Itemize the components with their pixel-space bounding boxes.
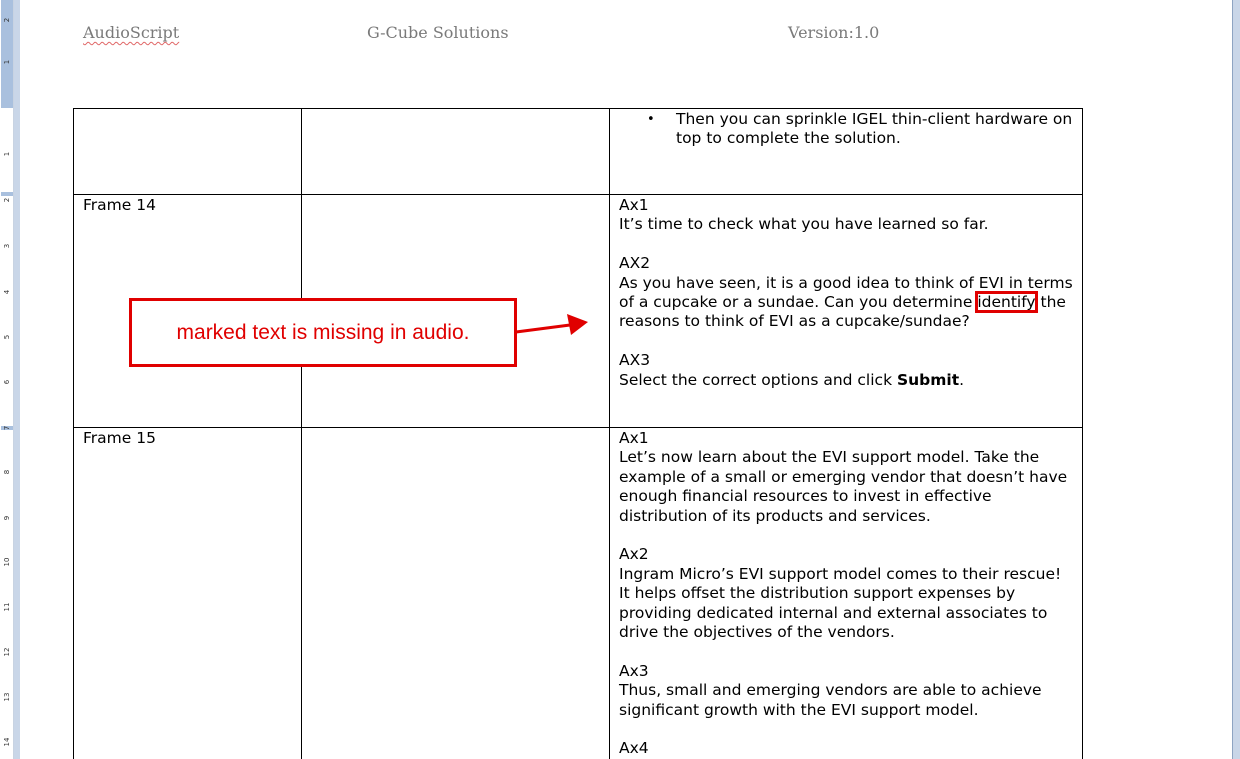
audio-cell[interactable]: Ax1 Let’s now learn about the EVI suppor… [609, 427, 1083, 759]
ruler-number: 10 [3, 557, 11, 567]
table-row: Frame 15 Ax1 Let’s now learn about the E… [73, 427, 1083, 759]
audio-text: Let’s now learn about the EVI support mo… [619, 448, 1068, 525]
audio-text: Thus, small and emerging vendors are abl… [619, 681, 1042, 719]
audio-label: Ax4 [619, 739, 649, 758]
audio-label: Ax3 [619, 661, 649, 680]
ruler-number: 13 [3, 692, 11, 702]
table-row: Then you can sprinkle IGEL thin-client h… [73, 108, 1083, 195]
ruler-number: 1 [3, 151, 11, 157]
page-edge [1232, 0, 1240, 759]
ruler-number: 5 [3, 334, 11, 340]
audio-text: Ingram Micro’s EVI support model comes t… [619, 564, 1062, 642]
audio-cell[interactable]: Ax1 It’s time to check what you have lea… [609, 194, 1083, 428]
vertical-ruler[interactable]: 2 1 1 2 3 4 5 6 7 8 9 10 11 12 13 14 [0, 0, 14, 759]
audio-script-table[interactable]: Then you can sprinkle IGEL thin-client h… [73, 108, 1083, 759]
audio-label: Ax1 [619, 196, 649, 214]
marked-text: identify [975, 291, 1038, 314]
frame-label: Frame 15 [83, 429, 156, 447]
bullet-item: Then you can sprinkle IGEL thin-client h… [647, 110, 1073, 149]
ruler-number: 2 [3, 197, 11, 203]
ruler-number: 7 [3, 425, 11, 431]
ruler-number: 14 [3, 737, 11, 747]
audio-label: Ax1 [619, 429, 649, 447]
header-doc-type: AudioScript [83, 23, 180, 42]
ruler-number: 4 [3, 289, 11, 295]
audio-text-part: . [959, 370, 965, 389]
visual-cell[interactable] [301, 108, 610, 195]
audio-cell[interactable]: Then you can sprinkle IGEL thin-client h… [609, 108, 1083, 195]
annotation-callout[interactable]: marked text is missing in audio. [129, 298, 517, 367]
audio-label: AX2 [619, 254, 651, 273]
ruler-number: 12 [3, 647, 11, 657]
bullet-list: Then you can sprinkle IGEL thin-client h… [619, 110, 1073, 149]
audio-text-part: Select the correct options and click [619, 370, 893, 389]
header-company: G-Cube Solutions [367, 23, 509, 42]
ruler-number: 3 [3, 243, 11, 249]
frame-cell[interactable]: Frame 15 [73, 427, 302, 759]
callout-text: marked text is missing in audio. [176, 320, 470, 344]
ruler-number: 2 [3, 17, 11, 23]
audio-text: As you have seen, it is a good idea to t… [619, 274, 1073, 332]
visual-cell[interactable] [301, 427, 610, 759]
ruler-number: 6 [3, 379, 11, 385]
frame-cell[interactable] [73, 108, 302, 195]
frame-label: Frame 14 [83, 196, 156, 214]
audio-text: Select the correct options and click Sub… [619, 371, 1073, 390]
audio-label: AX3 [619, 351, 651, 370]
bold-text: Submit [896, 370, 960, 389]
ruler-number: 9 [3, 515, 11, 521]
ruler-number: 1 [3, 59, 11, 65]
ruler-number: 8 [3, 469, 11, 475]
ruler-number: 11 [3, 602, 11, 612]
ruler-gutter [14, 0, 20, 759]
audio-label: Ax2 [619, 545, 649, 564]
annotation-arrow-icon [515, 314, 588, 335]
audio-text: It’s time to check what you have learned… [619, 215, 989, 234]
header-version: Version:1.0 [788, 23, 880, 42]
